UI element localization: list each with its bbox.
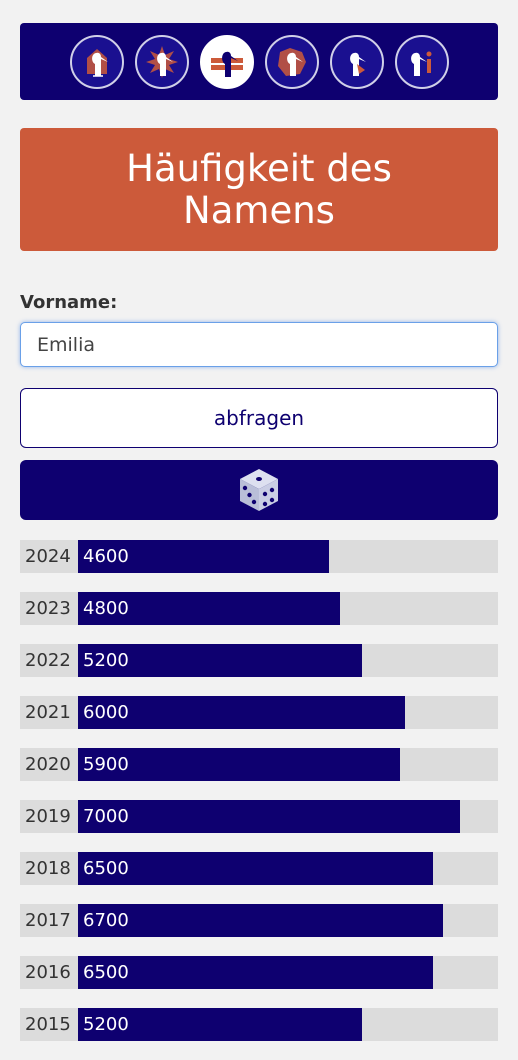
stork-home-icon[interactable] — [69, 34, 124, 89]
stork-burst-icon[interactable] — [134, 34, 189, 89]
icon-navigation — [20, 23, 498, 100]
bar-year-label: 2023 — [25, 598, 71, 619]
stork-info-icon[interactable] — [394, 34, 449, 89]
bar-value-label: 6500 — [83, 858, 129, 879]
bar-value-label: 6000 — [83, 702, 129, 723]
bar-2018 — [78, 852, 433, 885]
bar-row-2015: 2015 5200 — [20, 1008, 498, 1041]
stork-map-icon[interactable] — [264, 34, 319, 89]
bar-row-2022: 2022 5200 — [20, 644, 498, 677]
vorname-input[interactable] — [20, 322, 498, 367]
vorname-label: Vorname: — [20, 292, 118, 313]
bar-row-2019: 2019 7000 — [20, 800, 498, 833]
bar-value-label: 6700 — [83, 910, 129, 931]
random-name-button[interactable] — [20, 460, 498, 520]
bar-row-2020: 2020 5900 — [20, 748, 498, 781]
bar-row-2023: 2023 4800 — [20, 592, 498, 625]
bar-row-2016: 2016 6500 — [20, 956, 498, 989]
dice-icon — [240, 469, 278, 511]
bar-year-label: 2022 — [25, 650, 71, 671]
bar-value-label: 7000 — [83, 806, 129, 827]
bar-year-label: 2024 — [25, 546, 71, 567]
bar-row-2018: 2018 6500 — [20, 852, 498, 885]
bar-row-2017: 2017 6700 — [20, 904, 498, 937]
bar-value-label: 4600 — [83, 546, 129, 567]
bar-2019 — [78, 800, 460, 833]
bar-value-label: 5200 — [83, 650, 129, 671]
name-frequency-chart: 2024 4600 2023 4800 2022 5200 2021 6000 2020 5900… — [20, 540, 498, 1060]
page-title: Häufigkeit des Namens — [126, 146, 392, 232]
bar-row-2024: 2024 4600 — [20, 540, 498, 573]
bar-value-label: 6500 — [83, 962, 129, 983]
bar-year-label: 2021 — [25, 702, 71, 723]
page-title-banner: Häufigkeit des Namens — [20, 128, 498, 251]
bar-year-label: 2017 — [25, 910, 71, 931]
stork-baby-icon[interactable] — [329, 34, 384, 89]
bar-value-label: 5200 — [83, 1014, 129, 1035]
stork-flag-icon[interactable] — [199, 34, 254, 89]
bar-year-label: 2019 — [25, 806, 71, 827]
bar-value-label: 4800 — [83, 598, 129, 619]
bar-year-label: 2016 — [25, 962, 71, 983]
bar-2017 — [78, 904, 443, 937]
bar-row-2021: 2021 6000 — [20, 696, 498, 729]
bar-value-label: 5900 — [83, 754, 129, 775]
bar-year-label: 2015 — [25, 1014, 71, 1035]
bar-year-label: 2018 — [25, 858, 71, 879]
abfragen-button[interactable]: abfragen — [20, 388, 498, 448]
bar-2016 — [78, 956, 433, 989]
bar-year-label: 2020 — [25, 754, 71, 775]
